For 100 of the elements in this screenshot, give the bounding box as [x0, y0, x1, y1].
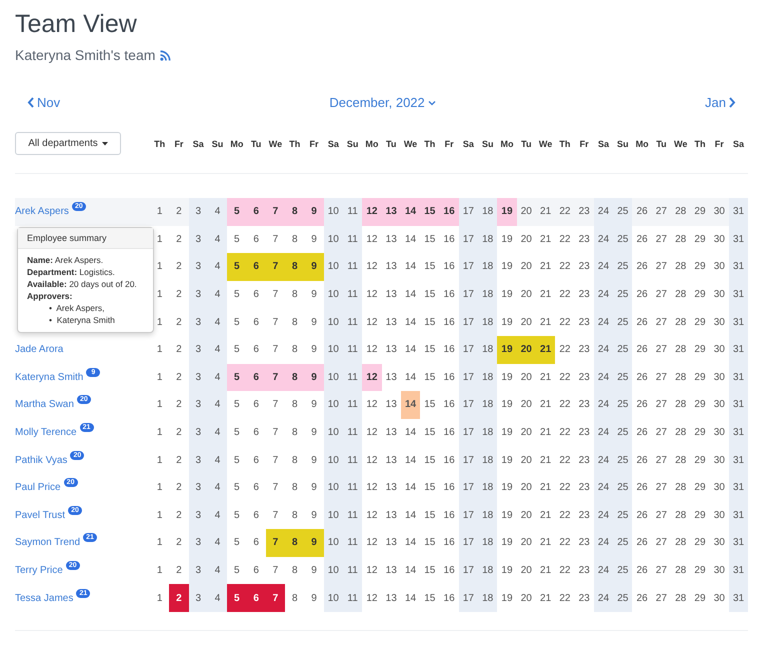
day-cell-text: 14 — [404, 288, 418, 302]
day-cell: 17 — [458, 253, 478, 281]
day-cell-text: 27 — [654, 316, 668, 330]
employee-name-link[interactable]: Martha Swan — [15, 399, 74, 410]
day-cell: 10 — [324, 556, 343, 584]
day-cell-text: 30 — [712, 508, 726, 523]
employee-name-link[interactable]: Pavel Trust — [15, 510, 66, 521]
day-cell: 25 — [613, 336, 632, 364]
employee-name-link[interactable]: Molly Terence — [15, 427, 77, 438]
day-cell: 4 — [208, 253, 228, 281]
day-cell-text: 28 — [674, 316, 688, 330]
day-cell: 10 — [324, 308, 343, 336]
day-cell-text: 19 — [500, 592, 514, 606]
day-cell: 17 — [458, 280, 478, 308]
next-month-link[interactable]: Jan — [705, 95, 736, 110]
day-cell-text: 7 — [272, 481, 280, 496]
day-cell-text: 19 — [500, 536, 514, 550]
page-title: Team View — [15, 10, 138, 39]
day-cell: 3 — [188, 198, 208, 226]
day-cell-text: 6 — [252, 343, 260, 358]
weekday-header: Tu — [250, 138, 262, 148]
day-cell-text: 22 — [558, 260, 572, 274]
day-cell: 18 — [478, 418, 498, 446]
day-cell: 6 — [246, 253, 266, 281]
day-cell: 3 — [188, 529, 208, 557]
day-cell: 31 — [728, 556, 748, 584]
day-cell-text: 27 — [654, 481, 668, 496]
day-cell: 31 — [728, 474, 748, 502]
day-cell-text: 21 — [539, 592, 552, 606]
employee-name-link[interactable]: Saymon Trend — [15, 537, 80, 548]
day-cell: 13 — [382, 198, 401, 226]
day-cell-text: 26 — [636, 426, 649, 440]
employee-name-link[interactable]: Pathik Vyas — [15, 454, 68, 466]
employee-name-link[interactable]: Arek Aspers — [15, 206, 69, 218]
day-cell-text: 28 — [674, 398, 688, 412]
day-cell-text: 28 — [674, 232, 688, 247]
day-cell-text: 21 — [539, 232, 552, 247]
day-cell: 3 — [188, 474, 208, 502]
day-cell: 11 — [342, 584, 362, 612]
day-cell: 3 — [188, 584, 208, 612]
weekday-header: Th — [288, 138, 302, 148]
rss-feed-icon[interactable] — [160, 50, 172, 60]
day-cell: 3 — [188, 308, 208, 336]
day-cell-text: 12 — [365, 232, 378, 247]
day-cell-text: 5 — [233, 288, 241, 302]
day-cell-text: 16 — [442, 536, 456, 550]
day-cell-text: 30 — [712, 316, 726, 330]
employee-name-link[interactable]: Kateryna Smith — [15, 372, 84, 383]
approver-item: • Arek Aspers, — [49, 302, 106, 314]
day-cell-text: 8 — [290, 426, 298, 440]
day-cell-text: 2 — [175, 454, 183, 468]
day-cell-text: 21 — [539, 260, 552, 274]
day-cell-text: 20 — [520, 426, 533, 440]
day-cell-text: 7 — [272, 454, 280, 468]
day-cell-text: 29 — [693, 508, 707, 523]
day-cell: 25 — [613, 253, 632, 281]
day-cell-text: 20 — [520, 508, 533, 523]
department-dropdown[interactable]: All departments — [15, 132, 121, 155]
employee-name-link[interactable]: Jade Arora — [15, 344, 64, 356]
day-cell-text: 9 — [310, 592, 318, 606]
day-cell-text: 28 — [674, 454, 688, 468]
day-cell: 10 — [324, 364, 343, 392]
day-cell-text: 7 — [272, 288, 280, 302]
day-cell-text: 1 — [156, 592, 164, 606]
day-cell: 25 — [613, 308, 632, 336]
month-selector[interactable]: December, 2022 — [329, 95, 436, 110]
employee-name-link[interactable]: Tessa James — [15, 592, 74, 604]
day-cell: 9 — [304, 253, 324, 281]
day-cell: 24 — [594, 474, 614, 502]
day-cell-text: 2 — [175, 370, 183, 385]
day-cell-text: 23 — [578, 288, 591, 302]
employee-name-link[interactable]: Paul Price — [15, 482, 61, 494]
day-cell-text: 15 — [423, 343, 436, 358]
employee-name-link[interactable]: Terry Price — [15, 565, 63, 576]
day-cell-text: 26 — [636, 205, 649, 220]
day-cell-text: 13 — [384, 454, 398, 468]
day-cell-text: 2 — [175, 205, 183, 220]
day-cell-text: 27 — [654, 288, 668, 302]
previous-month-link[interactable]: Nov — [27, 95, 60, 110]
day-cell-text: 28 — [674, 592, 688, 606]
day-cell-text: 20 — [520, 205, 533, 220]
day-cell: 6 — [246, 198, 266, 226]
day-cell-text: 13 — [384, 508, 398, 523]
day-cell-text: 23 — [578, 592, 591, 606]
day-cell: 25 — [613, 226, 632, 254]
day-cell-text: 19 — [500, 481, 514, 496]
day-cell-text: 14 — [404, 232, 418, 247]
day-cell-text: 1 — [156, 481, 164, 496]
day-cell-text: 20 — [520, 536, 533, 550]
day-cell-text: 20 — [520, 564, 533, 578]
day-cell-text: 12 — [365, 398, 378, 412]
day-cell-text: 26 — [636, 454, 649, 468]
day-cell-text: 13 — [384, 481, 398, 496]
day-cell: 25 — [613, 198, 632, 226]
day-cell-text: 8 — [290, 343, 298, 358]
day-cell-text: 5 — [233, 398, 241, 412]
day-cell-text: 28 — [674, 260, 688, 274]
weekday-header: Th — [693, 138, 706, 148]
weekday-header: Th — [558, 138, 572, 148]
day-cell-text: 21 — [539, 288, 552, 302]
